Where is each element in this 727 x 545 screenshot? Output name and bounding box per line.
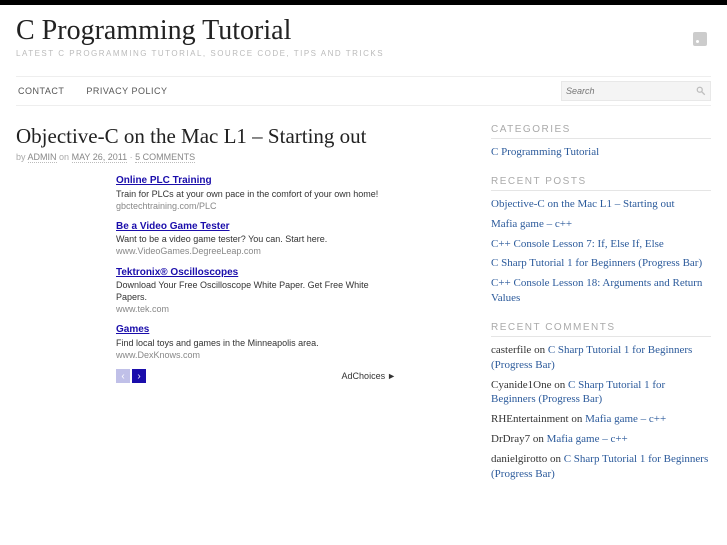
site-title[interactable]: C Programming Tutorial <box>16 15 711 47</box>
recent-post-link[interactable]: C++ Console Lesson 18: Arguments and Ret… <box>491 277 702 304</box>
comment-on: on <box>534 344 545 356</box>
list-item: C++ Console Lesson 7: If, Else If, Else <box>491 237 711 252</box>
widget-title: RECENT POSTS <box>491 176 711 191</box>
search-icon[interactable] <box>696 86 706 96</box>
list-item: Mafia game – c++ <box>491 217 711 232</box>
ad-url: www.VideoGames.DegreeLeap.com <box>116 245 396 257</box>
ad-desc: Want to be a video game tester? You can.… <box>116 233 396 245</box>
ad-item: Games Find local toys and games in the M… <box>116 323 396 361</box>
list-item: casterfile on C Sharp Tutorial 1 for Beg… <box>491 343 711 373</box>
ad-item: Online PLC Training Train for PLCs at yo… <box>116 174 396 212</box>
comment-on: on <box>533 433 544 445</box>
ad-item: Tektronix® Oscilloscopes Download Your F… <box>116 266 396 316</box>
post-author[interactable]: ADMIN <box>28 152 57 163</box>
list-item: RHEntertainment on Mafia game – c++ <box>491 412 711 427</box>
ad-title[interactable]: Games <box>116 324 149 335</box>
adchoices-label: AdChoices <box>342 370 386 382</box>
meta-sep: · <box>130 152 133 162</box>
post-meta: by ADMIN on MAY 26, 2011 · 5 COMMENTS <box>16 152 467 162</box>
list-item: C Sharp Tutorial 1 for Beginners (Progre… <box>491 256 711 271</box>
widget-categories: CATEGORIES C Programming Tutorial <box>491 124 711 160</box>
comment-post-link[interactable]: Mafia game – c++ <box>585 413 666 425</box>
comment-author: casterfile <box>491 344 531 356</box>
list-item: DrDray7 on Mafia game – c++ <box>491 432 711 447</box>
ad-next-button[interactable]: › <box>132 369 146 383</box>
main-column: Objective-C on the Mac L1 – Starting out… <box>16 124 467 498</box>
comment-on: on <box>571 413 582 425</box>
nav-privacy-policy[interactable]: PRIVACY POLICY <box>86 86 167 96</box>
comment-on: on <box>554 379 565 391</box>
comment-author: DrDray7 <box>491 433 530 445</box>
comment-post-link[interactable]: Mafia game – c++ <box>547 433 628 445</box>
adchoices-icon: ► <box>387 370 396 382</box>
post-title[interactable]: Objective-C on the Mac L1 – Starting out <box>16 124 467 149</box>
nav-contact[interactable]: CONTACT <box>18 86 64 96</box>
ad-item: Be a Video Game Tester Want to be a vide… <box>116 220 396 258</box>
ad-url: gbctechtraining.com/PLC <box>116 200 396 212</box>
recent-post-link[interactable]: Mafia game – c++ <box>491 218 572 230</box>
widget-recent-posts: RECENT POSTS Objective-C on the Mac L1 –… <box>491 176 711 306</box>
ad-block: Online PLC Training Train for PLCs at yo… <box>116 174 396 383</box>
post-date: MAY 26, 2011 <box>72 152 128 163</box>
widget-title: CATEGORIES <box>491 124 711 139</box>
comment-on: on <box>550 453 561 465</box>
post-comments-link[interactable]: 5 COMMENTS <box>135 152 195 163</box>
ad-url: www.DexKnows.com <box>116 349 396 361</box>
recent-post-link[interactable]: C++ Console Lesson 7: If, Else If, Else <box>491 238 664 250</box>
list-item: danielgirotto on C Sharp Tutorial 1 for … <box>491 452 711 482</box>
ad-prev-button[interactable]: ‹ <box>116 369 130 383</box>
rss-icon[interactable] <box>693 32 707 46</box>
widget-title: RECENT COMMENTS <box>491 322 711 337</box>
ad-desc: Find local toys and games in the Minneap… <box>116 337 396 349</box>
ad-desc: Download Your Free Oscilloscope White Pa… <box>116 279 396 303</box>
search-box[interactable] <box>561 81 711 101</box>
comment-author: RHEntertainment <box>491 413 569 425</box>
ad-desc: Train for PLCs at your own pace in the c… <box>116 188 396 200</box>
adchoices-link[interactable]: AdChoices ► <box>342 370 396 382</box>
ad-url: www.tek.com <box>116 303 396 315</box>
list-item: Objective-C on the Mac L1 – Starting out <box>491 197 711 212</box>
list-item: C++ Console Lesson 18: Arguments and Ret… <box>491 276 711 306</box>
recent-post-link[interactable]: Objective-C on the Mac L1 – Starting out <box>491 198 675 210</box>
category-link[interactable]: C Programming Tutorial <box>491 146 599 158</box>
nav-bar: CONTACT PRIVACY POLICY <box>16 76 711 106</box>
ad-title[interactable]: Online PLC Training <box>116 175 212 186</box>
ad-title[interactable]: Be a Video Game Tester <box>116 221 230 232</box>
comment-author: Cyanide1One <box>491 379 551 391</box>
recent-post-link[interactable]: C Sharp Tutorial 1 for Beginners (Progre… <box>491 257 702 269</box>
comment-author: danielgirotto <box>491 453 547 465</box>
meta-on: on <box>59 152 69 162</box>
ad-title[interactable]: Tektronix® Oscilloscopes <box>116 267 238 278</box>
list-item: Cyanide1One on C Sharp Tutorial 1 for Be… <box>491 378 711 408</box>
search-input[interactable] <box>566 86 696 96</box>
meta-by: by <box>16 152 26 162</box>
list-item: C Programming Tutorial <box>491 145 711 160</box>
widget-recent-comments: RECENT COMMENTS casterfile on C Sharp Tu… <box>491 322 711 482</box>
sidebar: CATEGORIES C Programming Tutorial RECENT… <box>491 124 711 498</box>
site-subtitle: LATEST C PROGRAMMING TUTORIAL, SOURCE CO… <box>16 49 711 58</box>
